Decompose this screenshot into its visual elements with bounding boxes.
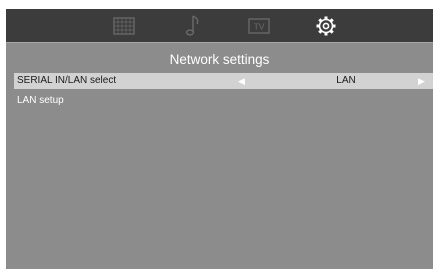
menu-item-label: SERIAL IN/LAN select [17,75,117,86]
menu-item-value: LAN [336,75,356,86]
menu-title: Network settings [169,52,270,67]
menu-item-serial-lan-select[interactable]: SERIAL IN/LAN select ◀ LAN ▶ [14,73,433,89]
menu-item-lan-setup[interactable]: LAN setup [14,93,433,109]
svg-text:TV: TV [254,22,265,32]
menu-bar-divider [6,42,433,43]
left-arrow-icon[interactable]: ◀ [238,73,245,89]
menu-item-label: LAN setup [17,95,64,106]
tv-menu-screen: TV Network settings SERIAL IN/LAN select… [6,9,433,269]
picture-grid-icon[interactable] [112,14,136,38]
menu-category-bar: TV [6,9,433,42]
right-arrow-icon[interactable]: ▶ [418,73,425,89]
settings-gear-icon[interactable] [314,14,338,38]
tv-icon[interactable]: TV [247,14,271,38]
music-note-icon[interactable] [182,14,206,38]
